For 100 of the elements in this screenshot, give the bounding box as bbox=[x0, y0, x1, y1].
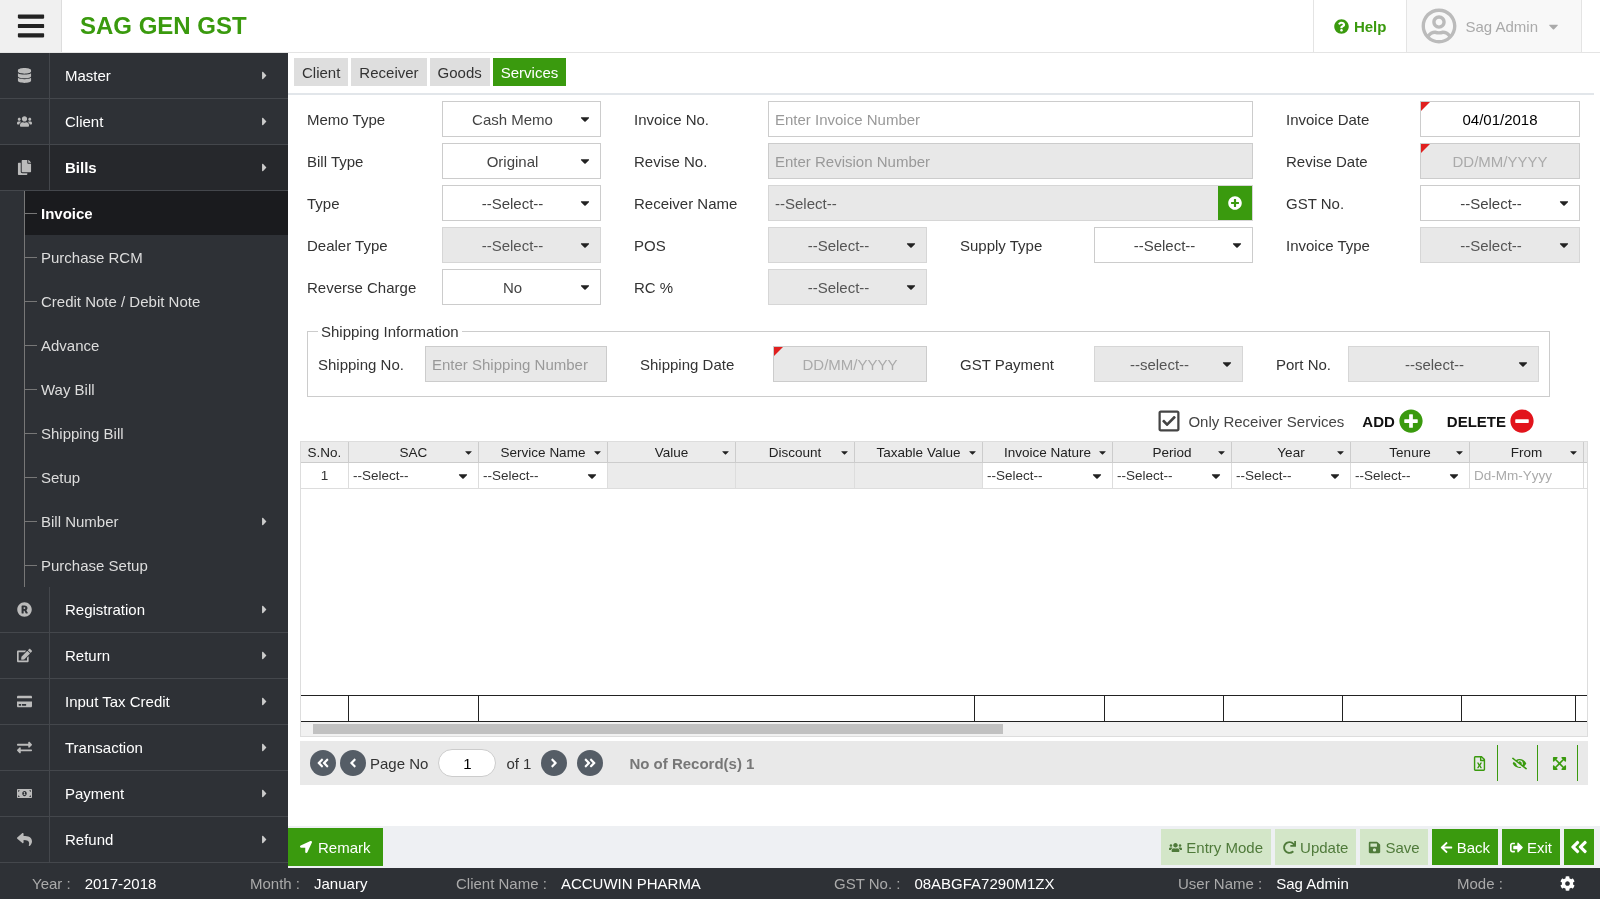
status-label: User Name : bbox=[1178, 875, 1263, 892]
sidebar-item[interactable]: Client bbox=[0, 99, 288, 145]
field-label: Revise Date bbox=[1285, 151, 1369, 172]
field-label: Supply Type bbox=[959, 235, 1044, 256]
action-icon bbox=[1283, 840, 1297, 854]
status-label: Year : bbox=[32, 875, 71, 892]
menu-item-icon bbox=[17, 602, 32, 617]
column-header[interactable]: Value bbox=[608, 442, 736, 462]
date-field[interactable]: 04/01/2018 bbox=[1420, 101, 1580, 137]
status-value: ACCUWIN PHARMA bbox=[560, 875, 701, 892]
avatar-icon bbox=[1421, 8, 1458, 44]
sidebar-item[interactable]: Registration bbox=[0, 587, 288, 633]
select-field[interactable]: --Select-- bbox=[1094, 227, 1253, 263]
plus-icon bbox=[1228, 196, 1242, 210]
arrow-icon bbox=[300, 841, 312, 853]
select-field[interactable]: Original bbox=[442, 143, 601, 179]
page-count: of 1 bbox=[506, 754, 532, 772]
remark-button[interactable]: Remark bbox=[288, 828, 383, 866]
status-label: GST No. : bbox=[834, 875, 901, 892]
select-field[interactable]: --Select-- bbox=[1420, 185, 1580, 221]
help-icon bbox=[1333, 18, 1349, 34]
field-label: GST No. bbox=[1285, 193, 1346, 214]
tab[interactable]: Client bbox=[294, 58, 349, 86]
action-icon bbox=[1368, 840, 1382, 854]
previous-page-button[interactable] bbox=[340, 750, 366, 776]
checkbox[interactable] bbox=[1157, 409, 1182, 433]
action-button[interactable]: Back bbox=[1431, 829, 1498, 865]
status-label: Client Name : bbox=[456, 875, 547, 892]
action-button[interactable]: Exit bbox=[1502, 829, 1560, 865]
select-field[interactable]: --Select-- bbox=[442, 185, 601, 221]
menu-button[interactable] bbox=[0, 0, 62, 52]
submenu-item[interactable]: Invoice bbox=[24, 191, 288, 235]
checkbox-label: Only Receiver Services bbox=[1188, 412, 1345, 430]
menu-item-icon bbox=[17, 694, 32, 709]
column-header[interactable]: Taxable Value bbox=[855, 442, 983, 462]
page-label: Page No bbox=[370, 754, 429, 772]
status-value: 2017-2018 bbox=[84, 875, 157, 892]
required-marker-icon bbox=[1421, 144, 1430, 153]
tab[interactable]: Services bbox=[492, 58, 567, 86]
sidebar-item[interactable]: Refund bbox=[0, 817, 288, 863]
field-label: Bill Type bbox=[307, 151, 365, 172]
select-field[interactable]: Cash Memo bbox=[442, 101, 601, 137]
column-header[interactable]: From bbox=[1470, 442, 1584, 462]
column-header[interactable]: Year bbox=[1232, 442, 1351, 462]
column-header[interactable]: SAC bbox=[349, 442, 479, 462]
column-header[interactable]: Period bbox=[1113, 442, 1232, 462]
status-label: Mode : bbox=[1457, 875, 1503, 892]
field-label: GST Payment bbox=[959, 354, 1055, 375]
column-header[interactable]: S.No. bbox=[301, 442, 349, 462]
status-label: Month : bbox=[250, 875, 301, 892]
column-header[interactable]: Tenure bbox=[1351, 442, 1470, 462]
field-label: Dealer Type bbox=[307, 235, 389, 256]
sidebar-item[interactable]: Input Tax Credit bbox=[0, 679, 288, 725]
field-label: Revise No. bbox=[633, 151, 709, 172]
collapse-button[interactable] bbox=[1564, 829, 1594, 865]
menu-item-icon bbox=[17, 648, 32, 663]
sidebar-item[interactable]: Payment bbox=[0, 771, 288, 817]
select-field[interactable]: No bbox=[442, 269, 601, 305]
menu-item-icon bbox=[17, 160, 32, 175]
add-button[interactable]: ADD bbox=[1356, 409, 1429, 433]
field-label: POS bbox=[633, 235, 667, 256]
action-icon bbox=[1439, 840, 1453, 854]
sidebar-item[interactable]: Return bbox=[0, 633, 288, 679]
field-label: Invoice No. bbox=[633, 109, 711, 130]
panel-title: Shipping Information bbox=[320, 323, 460, 340]
field-label: Invoice Type bbox=[1285, 235, 1371, 256]
sidebar-item[interactable]: Bills bbox=[0, 145, 288, 191]
first-page-button[interactable] bbox=[310, 750, 336, 776]
app-title: SAG GEN GST bbox=[79, 11, 248, 41]
column-header[interactable]: Service Name bbox=[479, 442, 608, 462]
horizontal-scrollbar[interactable] bbox=[301, 722, 1587, 736]
last-page-button[interactable] bbox=[577, 750, 604, 776]
record-count: No of Record(s) 1 bbox=[629, 754, 756, 772]
menu-item-icon bbox=[17, 68, 32, 83]
field-label: Reverse Charge bbox=[307, 277, 418, 298]
expand-icon bbox=[1552, 755, 1567, 771]
next-page-button[interactable] bbox=[541, 750, 568, 776]
column-header[interactable]: Invoice Nature bbox=[983, 442, 1113, 462]
tab[interactable]: Goods bbox=[429, 58, 490, 86]
required-marker-icon bbox=[774, 347, 783, 356]
status-value: Sag Admin bbox=[1276, 875, 1349, 892]
eye-slash-icon bbox=[1512, 755, 1527, 771]
menu-item-icon bbox=[17, 832, 32, 847]
tab[interactable]: Receiver bbox=[351, 58, 427, 86]
sidebar-item[interactable]: Master bbox=[0, 53, 288, 99]
status-value: January bbox=[314, 875, 368, 892]
spreadsheet-icon bbox=[1472, 755, 1487, 771]
menu-item-icon bbox=[17, 740, 32, 755]
action-icon bbox=[1510, 840, 1523, 854]
last-page-icon bbox=[583, 756, 598, 770]
delete-button[interactable]: DELETE bbox=[1440, 409, 1540, 433]
sidebar-item[interactable]: Transaction bbox=[0, 725, 288, 771]
page-number-field[interactable]: 1 bbox=[438, 749, 497, 777]
field-label: Invoice Date bbox=[1285, 109, 1371, 130]
column-header[interactable]: Discount bbox=[736, 442, 855, 462]
first-page-icon bbox=[316, 756, 330, 770]
input-field[interactable]: Enter Invoice Number bbox=[768, 101, 1253, 137]
field-label: RC % bbox=[633, 277, 675, 298]
field-label: Port No. bbox=[1275, 354, 1333, 375]
menu-item-icon bbox=[17, 114, 32, 129]
